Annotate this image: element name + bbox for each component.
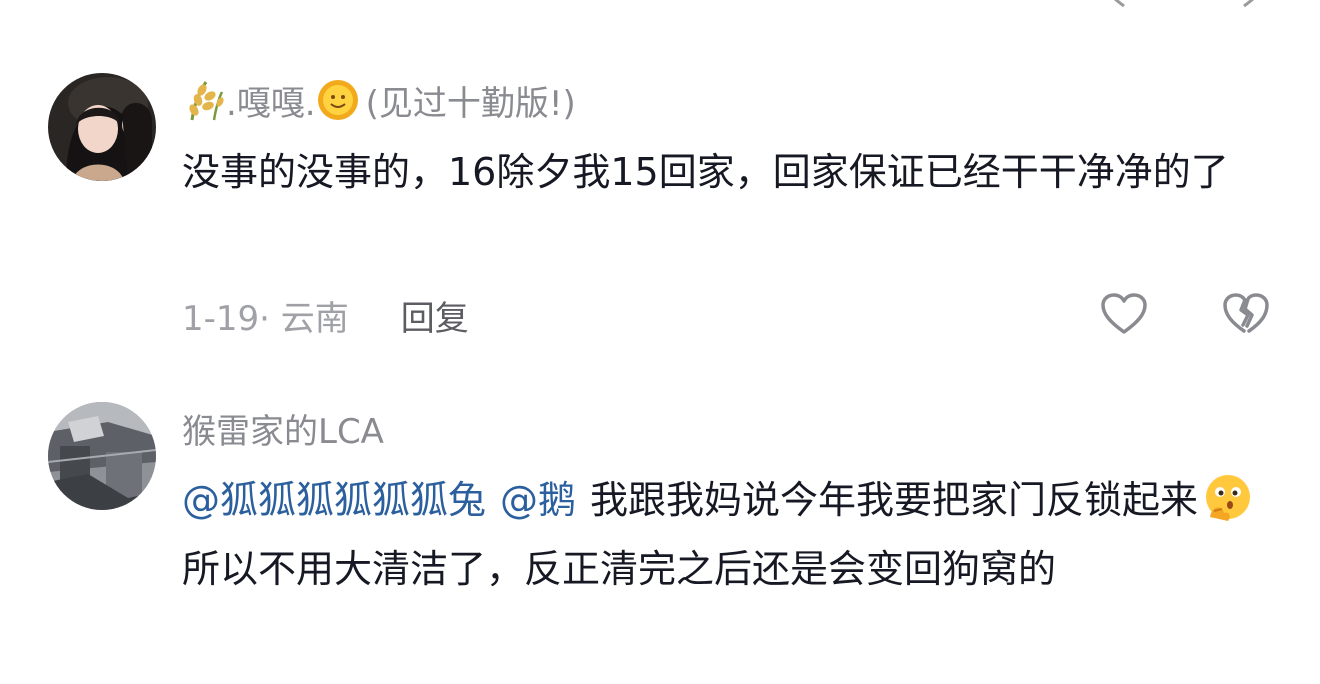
rice-ear-icon [189, 81, 224, 121]
comment-text: 没事的没事的，16除夕我15回家，回家保证已经干干净净的了 [182, 150, 1229, 194]
comment-username[interactable]: 猴雷家的LCA [182, 404, 384, 452]
thinking-face-emoji [1206, 475, 1251, 521]
avatar[interactable] [48, 402, 156, 510]
sun-face-icon [317, 80, 358, 120]
previous-comment-fragment [0, 0, 1320, 8]
reply-button[interactable]: 回复 [401, 291, 469, 340]
heart-outline-icon[interactable] [1100, 292, 1148, 336]
user-badge: (见过十勤版!) [365, 83, 576, 124]
username-text: .嘎嘎. [226, 83, 316, 124]
comment-username[interactable]: .嘎嘎. (见过十勤版!) [182, 76, 576, 124]
broken-heart-icon [1243, 0, 1255, 8]
comment-text-part: 所以不用大清洁了，反正清完之后还是会变回狗窝的 [182, 547, 1057, 591]
mention-link[interactable]: @狐狐狐狐狐狐兔 [182, 478, 486, 522]
username-text: 猴雷家的LCA [182, 411, 384, 452]
broken-heart-icon[interactable] [1222, 292, 1270, 336]
comment-time-location: 1-19· 云南 [182, 298, 349, 339]
comment-meta: 1-19· 云南 回复 [182, 290, 469, 340]
avatar[interactable] [48, 73, 156, 181]
comment-text-part: 我跟我妈说今年我要把家门反锁起来 [590, 478, 1199, 522]
comment-text: @狐狐狐狐狐狐兔 @鹅 我跟我妈说今年我要把家门反锁起来 所以不用大清洁了，反正清完… [182, 466, 1272, 604]
mention-link[interactable]: @鹅 [500, 478, 576, 522]
heart-outline-icon [1113, 0, 1125, 8]
